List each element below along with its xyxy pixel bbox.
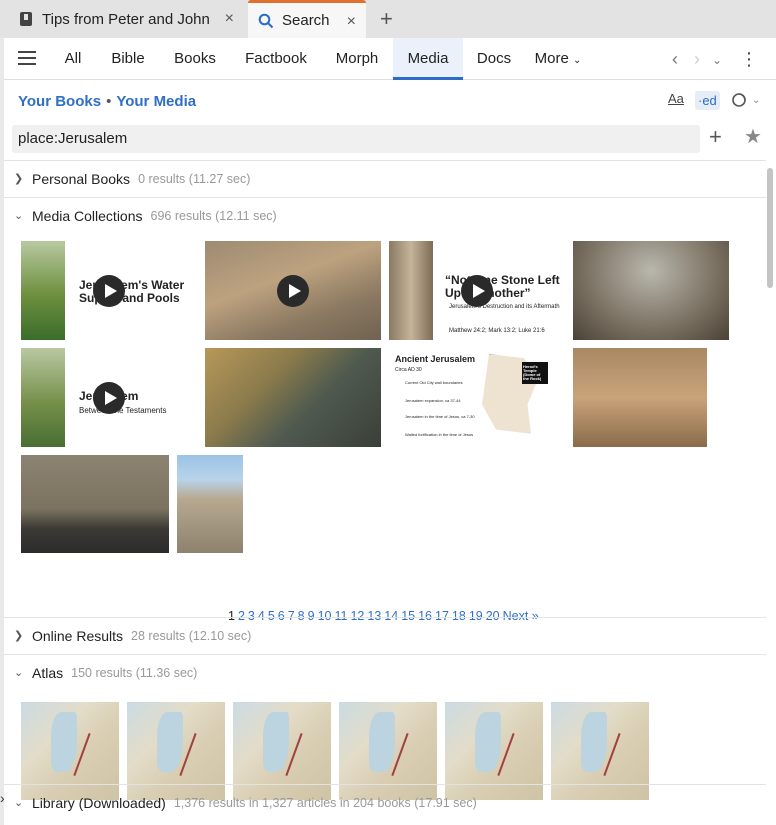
menu-icon[interactable] bbox=[18, 51, 36, 65]
media-thumb-old-city-street[interactable] bbox=[205, 348, 381, 447]
scope-bar: Your Books • Your Media Aa ·ed ⌄ bbox=[4, 81, 776, 121]
map-legend-4: Walled fortification in the time of Jesu… bbox=[405, 432, 474, 437]
chevron-down-icon: ⌄ bbox=[14, 667, 24, 679]
more-options-icon[interactable]: ⋮ bbox=[740, 49, 758, 70]
tab-bible[interactable]: Bible bbox=[104, 38, 152, 80]
back-icon[interactable]: ‹ bbox=[672, 49, 678, 70]
map-legend-3: Jerusalem in the time of Jesus, ca 7-30 bbox=[405, 414, 475, 419]
close-icon[interactable]: × bbox=[347, 13, 356, 31]
window-tab-label: Tips from Peter and John bbox=[42, 10, 210, 28]
window-tab-tips[interactable]: Tips from Peter and John × bbox=[6, 0, 244, 38]
font-size-icon[interactable]: Aa bbox=[668, 91, 684, 106]
chevron-right-icon: ❯ bbox=[14, 630, 24, 642]
your-books-link[interactable]: Your Books bbox=[18, 93, 101, 110]
media-thumb-western-wall[interactable] bbox=[21, 455, 169, 553]
chevron-down-icon: ⌄ bbox=[572, 55, 582, 66]
search-kind-tabs: All Bible Books Factbook Morph Media Doc… bbox=[4, 38, 776, 80]
media-thumb-not-one-stone[interactable]: “Not One Stone Left Upon Another” Jerusa… bbox=[389, 241, 567, 340]
media-thumb-water-supply[interactable]: Jerusalem's Water Supply and Pools bbox=[21, 241, 199, 340]
section-count: 28 results (12.10 sec) bbox=[131, 628, 252, 643]
tab-all[interactable]: All bbox=[54, 38, 92, 80]
section-count: 1,376 results in 1,327 articles in 204 b… bbox=[173, 795, 477, 810]
results-list: ❯ Personal Books 0 results (11.27 sec) ⌄… bbox=[4, 160, 766, 825]
tab-docs[interactable]: Docs bbox=[472, 38, 516, 80]
section-library-downloaded[interactable]: ⌄ Library (Downloaded) 1,376 results in … bbox=[4, 784, 766, 820]
play-icon[interactable] bbox=[93, 382, 125, 414]
forward-icon[interactable]: › bbox=[694, 49, 700, 70]
chevron-down-icon[interactable]: ⌄ bbox=[752, 95, 760, 106]
section-count: 150 results (11.36 sec) bbox=[71, 665, 198, 680]
window-tab-label: Search bbox=[282, 12, 330, 29]
chevron-down-icon: ⌄ bbox=[14, 797, 24, 809]
section-online-results[interactable]: ❯ Online Results 28 results (12.10 sec) bbox=[4, 617, 766, 653]
window-tab-search[interactable]: Search × bbox=[248, 0, 366, 38]
add-icon[interactable]: + bbox=[709, 124, 722, 150]
document-icon bbox=[20, 12, 32, 26]
play-icon[interactable] bbox=[93, 275, 125, 307]
breadcrumb-separator: • bbox=[106, 93, 112, 110]
section-title: Online Results bbox=[32, 627, 124, 644]
section-media-collections[interactable]: ⌄ Media Collections 696 results (12.11 s… bbox=[4, 197, 766, 233]
search-panel: All Bible Books Factbook Morph Media Doc… bbox=[4, 38, 776, 825]
section-title: Library (Downloaded) bbox=[32, 794, 166, 811]
chevron-right-icon: ❯ bbox=[14, 173, 24, 185]
breadcrumb: Your Books • Your Media bbox=[18, 93, 196, 110]
tab-factbook[interactable]: Factbook bbox=[236, 38, 316, 80]
tab-media[interactable]: Media bbox=[393, 38, 463, 80]
media-thumb-painting-destruction[interactable] bbox=[573, 241, 729, 340]
section-count: 0 results (11.27 sec) bbox=[138, 171, 251, 186]
map-legend-1: Current Old City wall boundaries bbox=[405, 380, 463, 385]
section-title: Media Collections bbox=[32, 207, 143, 224]
your-media-link[interactable]: Your Media bbox=[116, 93, 196, 110]
more-label: More bbox=[534, 50, 569, 67]
search-input[interactable]: place:Jerusalem bbox=[12, 125, 700, 153]
search-icon bbox=[258, 13, 274, 28]
media-thumb-ancient-jerusalem-map[interactable]: Ancient Jerusalem Circa AD 30 Current Ol… bbox=[389, 348, 567, 447]
search-options-icon[interactable] bbox=[731, 91, 749, 109]
section-atlas[interactable]: ⌄ Atlas 150 results (11.36 sec) bbox=[4, 654, 766, 690]
media-ref: Matthew 24:2; Mark 13:2; Luke 21:6 bbox=[449, 328, 545, 334]
media-thumb-between-testaments[interactable]: Jerusalem Between the Testaments bbox=[21, 348, 199, 447]
map-label: Herod's Temple (Dome of the Rock) bbox=[523, 364, 542, 381]
visual-filter-icon[interactable]: ·ed bbox=[695, 91, 720, 110]
tab-more[interactable]: More ⌄ bbox=[528, 38, 588, 80]
media-thumb-excavation[interactable] bbox=[177, 455, 243, 553]
sidebar-expand-icon[interactable]: › bbox=[0, 790, 12, 810]
section-title: Personal Books bbox=[32, 170, 131, 187]
tab-morph[interactable]: Morph bbox=[327, 38, 387, 80]
window-tab-strip: Tips from Peter and John × Search × + bbox=[0, 0, 776, 38]
close-icon[interactable]: × bbox=[225, 10, 234, 28]
new-tab-button[interactable]: + bbox=[380, 6, 393, 32]
tab-books[interactable]: Books bbox=[167, 38, 223, 80]
media-thumb-temple-steps[interactable] bbox=[573, 348, 707, 447]
star-icon[interactable]: ★ bbox=[744, 124, 762, 149]
scrollbar[interactable] bbox=[767, 168, 773, 288]
section-count: 696 results (12.11 sec) bbox=[150, 208, 277, 223]
play-icon[interactable] bbox=[277, 275, 309, 307]
chevron-down-icon: ⌄ bbox=[14, 210, 24, 222]
section-title: Atlas bbox=[32, 664, 64, 681]
section-personal-books[interactable]: ❯ Personal Books 0 results (11.27 sec) bbox=[4, 160, 766, 196]
map-legend-2: Jerusalem expansion, ca 37-44 bbox=[405, 398, 461, 403]
history-dropdown-icon[interactable]: ⌄ bbox=[712, 53, 722, 67]
play-icon[interactable] bbox=[461, 275, 493, 307]
media-thumb-aerial[interactable] bbox=[205, 241, 381, 340]
